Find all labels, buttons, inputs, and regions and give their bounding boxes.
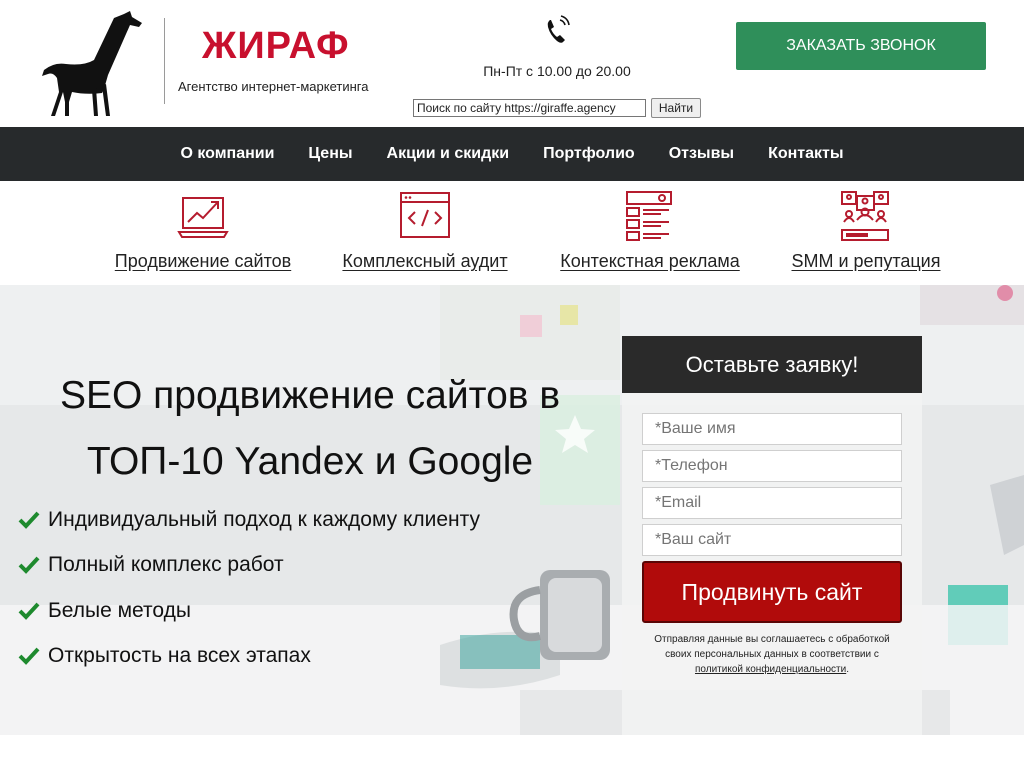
benefit-item: Индивидуальный подход к каждому клиенту — [18, 497, 480, 543]
next-section-peek — [0, 735, 1024, 768]
email-field[interactable] — [642, 487, 902, 519]
laptop-chart-icon — [177, 197, 229, 238]
site-field[interactable] — [642, 524, 902, 556]
benefit-item: Открытость на всех этапах — [18, 634, 480, 680]
request-form: Оставьте заявку! Продвинуть сайт Отправл… — [622, 336, 922, 735]
service-label: Контекстная реклама — [560, 251, 740, 271]
consent-end: . — [846, 664, 849, 675]
logo-divider — [164, 18, 165, 104]
nav-item-contacts[interactable]: Контакты — [768, 145, 843, 163]
services-bar: Продвижение сайтов Комплексный аудит Кон… — [0, 181, 1024, 285]
service-label: Продвижение сайтов — [114, 251, 292, 271]
privacy-policy-link[interactable]: политикой конфиденциальности — [695, 664, 846, 675]
checkmark-icon — [18, 556, 40, 575]
service-smm[interactable]: SMM и репутация — [790, 181, 942, 285]
nav-item-prices[interactable]: Цены — [308, 145, 352, 163]
benefit-text: Открытость на всех этапах — [48, 644, 311, 668]
service-label: Комплексный аудит — [342, 251, 508, 271]
hero-title: SEO продвижение сайтов в ТОП-10 Yandex и… — [0, 363, 620, 495]
checkmark-icon — [18, 602, 40, 620]
consent-line: Отправляя данные вы соглашаетесь с обраб… — [654, 634, 890, 645]
search-input[interactable] — [413, 99, 646, 117]
code-window-icon — [400, 192, 450, 238]
name-field[interactable] — [642, 413, 902, 445]
promote-site-button[interactable]: Продвинуть сайт — [642, 561, 902, 623]
hero-title-line2: ТОП-10 Yandex и Google — [86, 440, 534, 483]
tagline: Агентство интернет-маркетинга — [178, 79, 369, 94]
giraffe-logo-icon[interactable] — [36, 10, 144, 116]
search-ads-icon — [626, 191, 672, 241]
nav-item-promos[interactable]: Акции и скидки — [387, 145, 510, 163]
nav-item-portfolio[interactable]: Портфолио — [543, 145, 635, 163]
checkmark-icon — [18, 647, 40, 666]
search-button[interactable]: Найти — [651, 98, 701, 118]
phone-field[interactable] — [642, 450, 902, 482]
nav-item-about[interactable]: О компании — [180, 145, 274, 163]
site-header: ЖИРАФ Агентство интернет-маркетинга Пн-П… — [0, 0, 1024, 127]
service-context-ads[interactable]: Контекстная реклама — [558, 181, 742, 285]
benefit-text: Индивидуальный подход к каждому клиенту — [48, 507, 480, 531]
service-seo[interactable]: Продвижение сайтов — [112, 181, 294, 285]
consent-line: своих персональных данных в соответствии… — [665, 649, 879, 660]
social-people-icon — [841, 191, 889, 241]
benefit-item: Белые методы — [18, 588, 480, 634]
service-audit[interactable]: Комплексный аудит — [340, 181, 510, 285]
consent-text: Отправляя данные вы соглашаетесь с обраб… — [640, 632, 904, 677]
main-nav: О компании Цены Акции и скидки Портфолио… — [0, 127, 1024, 181]
brand-name[interactable]: ЖИРАФ — [202, 24, 350, 68]
benefit-text: Полный комплекс работ — [48, 553, 284, 577]
benefits-list: Индивидуальный подход к каждому клиенту … — [18, 497, 480, 679]
hero-title-line1: SEO продвижение сайтов в — [59, 374, 561, 417]
order-call-button[interactable]: ЗАКАЗАТЬ ЗВОНОК — [736, 22, 986, 70]
benefit-text: Белые методы — [48, 598, 191, 622]
checkmark-icon — [18, 511, 40, 529]
service-label: SMM и репутация — [791, 251, 941, 271]
work-hours: Пн-Пт с 10.00 до 20.00 — [483, 63, 631, 79]
nav-item-reviews[interactable]: Отзывы — [669, 145, 734, 163]
form-title: Оставьте заявку! — [622, 336, 922, 393]
hero-section: SEO продвижение сайтов в ТОП-10 Yandex и… — [0, 285, 1024, 735]
benefit-item: Полный комплекс работ — [18, 543, 480, 589]
phone-icon[interactable] — [544, 14, 572, 44]
